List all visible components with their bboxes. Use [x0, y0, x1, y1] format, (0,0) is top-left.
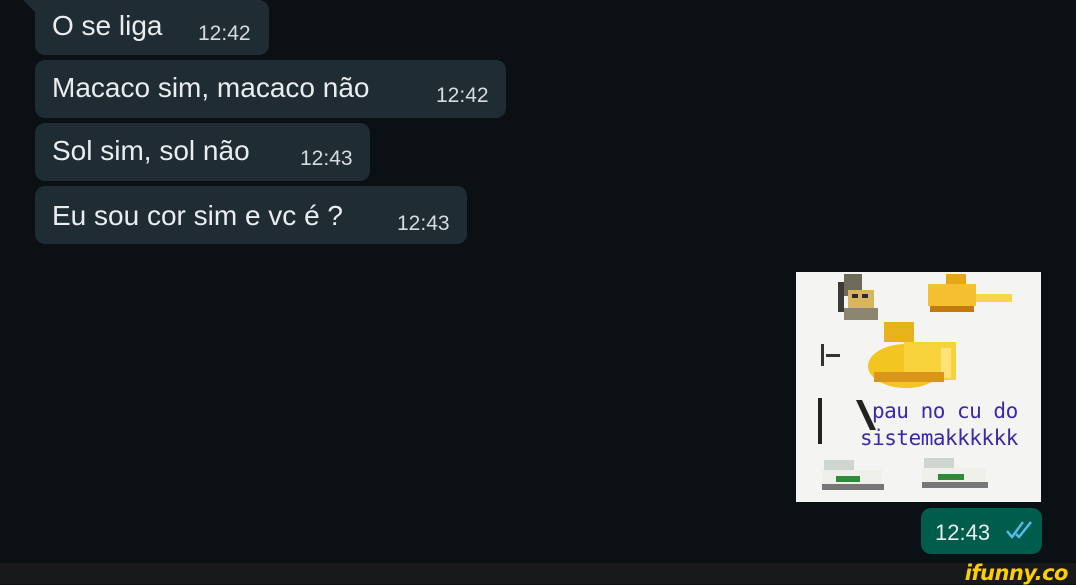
double-check-read-icon: [1006, 519, 1034, 546]
sticker-drawing: [818, 274, 1012, 490]
bubble-tail: [23, 0, 37, 14]
pixel-face-icon: [838, 274, 878, 320]
chat-screen: { "messages": [ {"text": "O se liga", "t…: [0, 0, 1076, 585]
message-time: 12:42: [436, 84, 489, 107]
ifunny-watermark: ifunny.co: [964, 561, 1069, 585]
message-text: Macaco sim, macaco não: [52, 72, 370, 103]
incoming-message[interactable]: Sol sim, sol não 12:43: [35, 123, 370, 181]
outgoing-message-meta[interactable]: 12:43: [921, 508, 1042, 554]
yellow-hand-icon: [868, 322, 956, 388]
message-time: 12:43: [397, 212, 450, 235]
incoming-message[interactable]: Macaco sim, macaco não 12:42: [35, 60, 506, 118]
message-time: 12:43: [935, 520, 991, 545]
message-text: O se liga: [52, 10, 163, 41]
pointing-hand-icon: [928, 274, 1012, 312]
message-time: 12:43: [300, 147, 353, 170]
footer-strip: [0, 563, 1076, 584]
sticker-caption: pau no cu do: [872, 399, 1018, 423]
incoming-message[interactable]: O se liga 12:42: [23, 0, 269, 55]
message-text: Sol sim, sol não: [52, 135, 250, 166]
sticker-caption: sistemakkkkkk: [860, 426, 1018, 450]
sent-sticker-image[interactable]: pau no cu do sistemakkkkkk: [796, 272, 1041, 502]
sneaker-icon: [822, 460, 884, 490]
message-time: 12:42: [198, 22, 251, 45]
incoming-message[interactable]: Eu sou cor sim e vc é ? 12:43: [35, 186, 467, 244]
sneaker-icon: [922, 458, 988, 488]
message-text: Eu sou cor sim e vc é ?: [52, 200, 344, 231]
